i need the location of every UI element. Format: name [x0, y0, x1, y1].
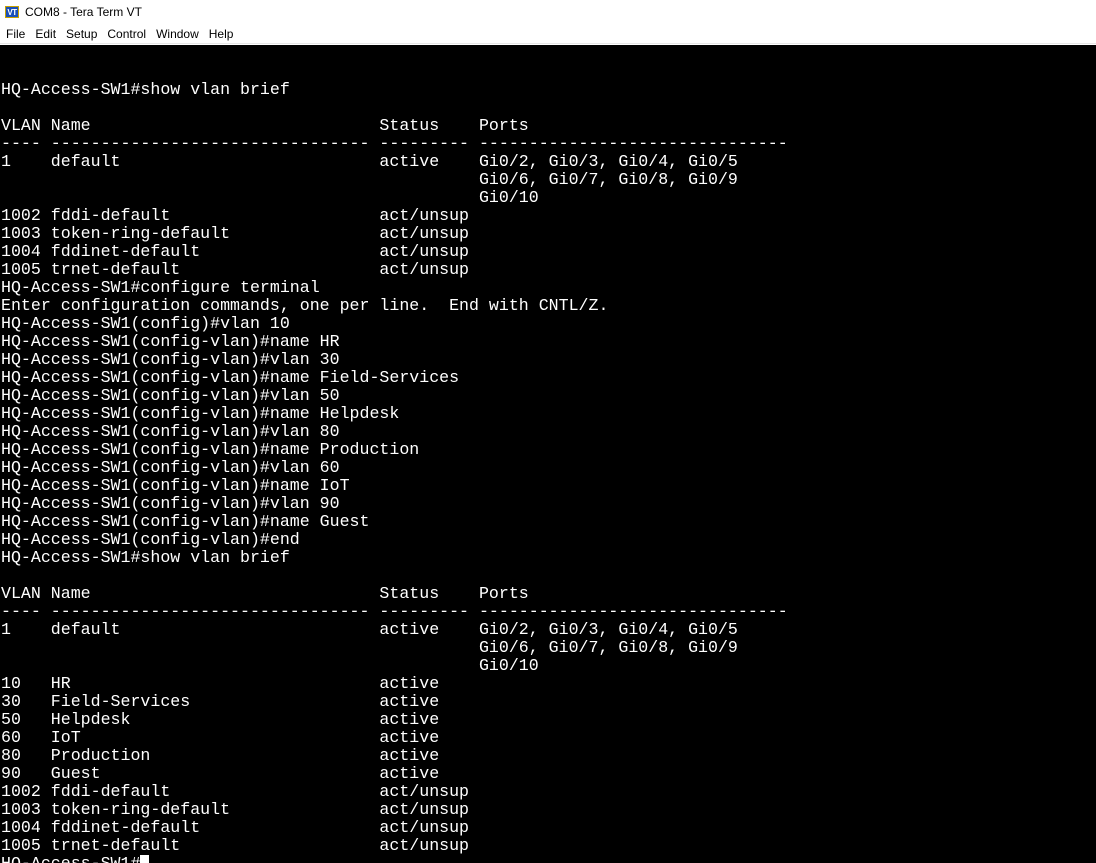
- terminal-line: Gi0/10: [1, 656, 539, 675]
- terminal-line: HQ-Access-SW1(config-vlan)#vlan 50: [1, 386, 340, 405]
- terminal-line: 50 Helpdesk active: [1, 710, 440, 729]
- terminal-line: HQ-Access-SW1(config-vlan)#name Helpdesk: [1, 404, 400, 423]
- terminal-line: 60 IoT active: [1, 728, 440, 747]
- terminal-line: HQ-Access-SW1(config-vlan)#name HR: [1, 332, 340, 351]
- terminal-line: 30 Field-Services active: [1, 692, 440, 711]
- terminal-line: HQ-Access-SW1(config-vlan)#end: [1, 530, 300, 549]
- menu-file[interactable]: File: [1, 27, 30, 41]
- terminal-line: HQ-Access-SW1#show vlan brief: [1, 80, 290, 99]
- terminal-line: HQ-Access-SW1(config-vlan)#name Field-Se…: [1, 368, 460, 387]
- terminal-line: 1003 token-ring-default act/unsup: [1, 224, 470, 243]
- terminal-line: 1 default active Gi0/2, Gi0/3, Gi0/4, Gi…: [1, 620, 738, 639]
- terminal-line: 1005 trnet-default act/unsup: [1, 836, 470, 855]
- terminal-line: HQ-Access-SW1#show vlan brief: [1, 548, 290, 567]
- terminal-line: HQ-Access-SW1#configure terminal: [1, 278, 320, 297]
- terminal-line: 1004 fddinet-default act/unsup: [1, 242, 470, 261]
- terminal-line: 1 default active Gi0/2, Gi0/3, Gi0/4, Gi…: [1, 152, 738, 171]
- terminal-line: 1002 fddi-default act/unsup: [1, 782, 470, 801]
- terminal-line: 1004 fddinet-default act/unsup: [1, 818, 470, 837]
- menu-setup[interactable]: Setup: [61, 27, 102, 41]
- terminal-line: HQ-Access-SW1(config)#vlan 10: [1, 314, 290, 333]
- terminal-line: HQ-Access-SW1(config-vlan)#name Guest: [1, 512, 370, 531]
- terminal-line: 1003 token-ring-default act/unsup: [1, 800, 470, 819]
- terminal-window: VT COM8 - Tera Term VT File Edit Setup C…: [0, 0, 1096, 863]
- terminal-line: HQ-Access-SW1(config-vlan)#name Producti…: [1, 440, 420, 459]
- terminal-screen[interactable]: HQ-Access-SW1#show vlan brief VLAN Name …: [0, 45, 1096, 863]
- terminal-line: 10 HR active: [1, 674, 440, 693]
- title-bar: VT COM8 - Tera Term VT: [0, 0, 1096, 24]
- terminal-line: Gi0/6, Gi0/7, Gi0/8, Gi0/9: [1, 170, 738, 189]
- terminal-line: VLAN Name Status Ports: [1, 584, 529, 603]
- terminal-line: Gi0/6, Gi0/7, Gi0/8, Gi0/9: [1, 638, 738, 657]
- terminal-line: Enter configuration commands, one per li…: [1, 296, 609, 315]
- menu-edit[interactable]: Edit: [30, 27, 61, 41]
- menu-help[interactable]: Help: [204, 27, 239, 41]
- terminal-line: HQ-Access-SW1(config-vlan)#vlan 80: [1, 422, 340, 441]
- terminal-prompt: HQ-Access-SW1#: [1, 854, 140, 863]
- text-cursor: [140, 855, 150, 863]
- terminal-line: HQ-Access-SW1(config-vlan)#name IoT: [1, 476, 350, 495]
- app-icon: VT: [5, 6, 19, 18]
- terminal-line: ---- -------------------------------- --…: [1, 134, 788, 153]
- terminal-line: 1002 fddi-default act/unsup: [1, 206, 470, 225]
- terminal-line: 1005 trnet-default act/unsup: [1, 260, 470, 279]
- menu-control[interactable]: Control: [102, 27, 151, 41]
- terminal-line: HQ-Access-SW1(config-vlan)#vlan 30: [1, 350, 340, 369]
- terminal-prompt-line: HQ-Access-SW1#: [1, 855, 1096, 863]
- terminal-line: HQ-Access-SW1(config-vlan)#vlan 90: [1, 494, 340, 513]
- terminal-line: Gi0/10: [1, 188, 539, 207]
- terminal-line: ---- -------------------------------- --…: [1, 602, 788, 621]
- menu-bar: File Edit Setup Control Window Help: [0, 24, 1096, 44]
- terminal-line: HQ-Access-SW1(config-vlan)#vlan 60: [1, 458, 340, 477]
- terminal-line: 90 Guest active: [1, 764, 440, 783]
- window-title: COM8 - Tera Term VT: [25, 5, 142, 19]
- terminal-line: 80 Production active: [1, 746, 440, 765]
- terminal-line: VLAN Name Status Ports: [1, 116, 529, 135]
- menu-window[interactable]: Window: [151, 27, 204, 41]
